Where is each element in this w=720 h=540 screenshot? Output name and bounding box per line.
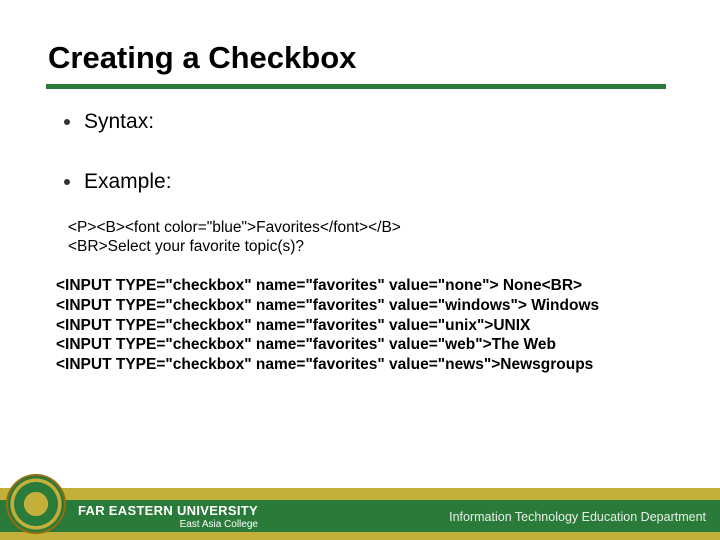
university-seal-icon	[6, 474, 66, 534]
footer-stripe-gold-bottom	[0, 532, 720, 540]
title-underline	[46, 84, 666, 89]
code-line: <INPUT TYPE="checkbox" name="favorites" …	[56, 335, 599, 355]
code-line: <BR>Select your favorite topic(s)?	[68, 237, 401, 256]
university-block: FAR EASTERN UNIVERSITY East Asia College	[78, 503, 258, 530]
code-block-2: <INPUT TYPE="checkbox" name="favorites" …	[56, 276, 599, 375]
bullet-syntax: Syntax:	[58, 110, 154, 134]
bullet-syntax-label: Syntax:	[84, 110, 154, 134]
bullet-example: Example:	[58, 170, 172, 194]
footer-stripe-gold	[0, 488, 720, 500]
bullet-dot-icon	[64, 179, 70, 185]
code-line: <INPUT TYPE="checkbox" name="favorites" …	[56, 296, 599, 316]
slide-title: Creating a Checkbox	[48, 40, 356, 76]
slide: Creating a Checkbox Syntax: Example: <P>…	[0, 0, 720, 540]
code-line: <INPUT TYPE="checkbox" name="favorites" …	[56, 316, 599, 336]
code-block-1: <P><B><font color="blue">Favorites</font…	[68, 218, 401, 257]
university-name: FAR EASTERN UNIVERSITY	[78, 503, 258, 518]
bullet-dot-icon	[64, 119, 70, 125]
code-line: <INPUT TYPE="checkbox" name="favorites" …	[56, 276, 599, 296]
college-name: East Asia College	[78, 519, 258, 530]
bullet-example-label: Example:	[84, 170, 172, 194]
code-line: <P><B><font color="blue">Favorites</font…	[68, 218, 401, 237]
code-line: <INPUT TYPE="checkbox" name="favorites" …	[56, 355, 599, 375]
footer: FAR EASTERN UNIVERSITY East Asia College…	[0, 484, 720, 540]
department-name: Information Technology Education Departm…	[449, 510, 706, 524]
